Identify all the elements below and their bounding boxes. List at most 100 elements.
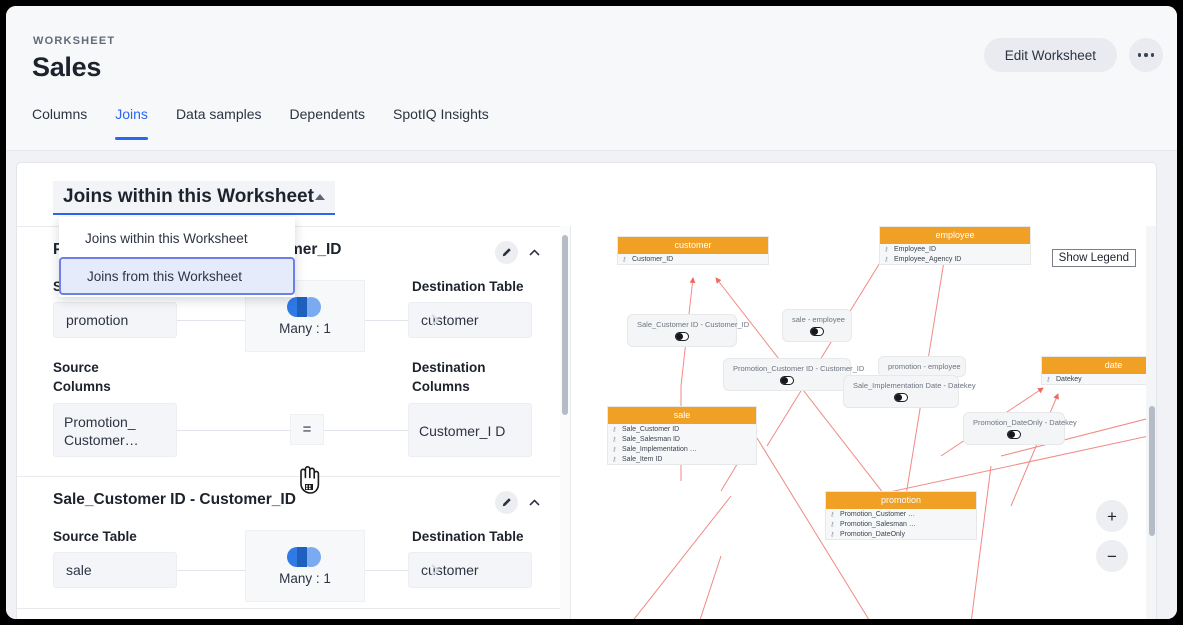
joins-scope-selected-value: Joins within this Worksheet [63,186,314,208]
graph-join-node[interactable]: Promotion_Customer ID - Customer_ID [723,358,851,391]
key-icon: ⚷ [884,257,888,263]
graph-table-header: promotion [826,492,976,509]
column-relation-row: Promotion_ Customer… = Customer_I D [53,402,532,458]
cardinality-value: Many : 1 [279,571,331,586]
destination-column-value: Customer_I D [408,403,532,457]
source-columns-label: Source Columns [53,358,145,396]
graph-table-column: ⚷Sale_Implementation … [608,444,756,454]
zoom-in-button[interactable]: + [1096,500,1128,532]
key-icon: ⚷ [884,247,888,253]
join-toggle[interactable] [1007,430,1021,439]
tab-columns[interactable]: Columns [32,102,101,142]
join-card-title: Sale_Customer ID - Customer_ID [53,491,532,509]
key-icon: ⚷ [830,532,834,538]
graph-table-column: ⚷Sale_Item ID [608,454,756,464]
graph-table-column: ⚷Employee_Agency ID [880,254,1030,264]
graph-join-node[interactable]: Sale_Customer ID - Customer_ID [627,314,737,347]
more-options-icon[interactable] [1129,38,1163,72]
tab-joins[interactable]: Joins [101,102,162,142]
graph-table-column: ⚷Customer_ID [618,254,768,264]
graph-table-date[interactable]: date ⚷Datekey [1041,356,1157,385]
source-column-value: Promotion_ Customer… [53,403,177,457]
key-icon: ⚷ [612,437,616,443]
mouse-cursor-pointer-icon [296,465,322,500]
graph-join-node[interactable]: Promotion_DateOnly - Datekey [963,412,1065,445]
destination-table-value: customer [408,552,532,588]
key-icon: ⚷ [830,522,834,528]
breadcrumb-worksheet-label: WORKSHEET [33,35,115,47]
graph-table-column: ⚷Promotion_DateOnly [826,529,976,539]
graph-join-node-label: Sale_Implementation Date - Datekey [853,381,949,390]
joins-panel: Promotion_Customer ID - Customer_ID Sour… [16,162,1157,619]
graph-join-node-label: promotion - employee [888,362,956,371]
graph-table-employee[interactable]: employee ⚷Employee_ID ⚷Employee_Agency I… [879,226,1031,265]
graph-join-node-label: sale - employee [792,315,842,324]
show-legend-button[interactable]: Show Legend [1052,249,1136,267]
collapse-join-icon[interactable] [528,496,540,508]
graph-table-header: customer [618,237,768,254]
table-relation-row: promotion Many : 1 customer [53,300,532,340]
join-toggle[interactable] [780,376,794,385]
table-relation-row: sale Many : 1 customer [53,550,532,590]
graph-table-column: ⚷Sale_Salesman ID [608,434,756,444]
page-title: Sales [32,52,101,83]
dropdown-option-joins-from[interactable]: Joins from this Worksheet [59,257,295,295]
graph-join-node-label: Promotion_Customer ID - Customer_ID [733,364,841,373]
edit-worksheet-button[interactable]: Edit Worksheet [984,38,1117,72]
source-table-label: Source Table [53,529,137,544]
join-graph-canvas[interactable]: customer ⚷Customer_ID employee ⚷Employee… [571,226,1157,619]
joins-list-scrollbar-thumb[interactable] [562,235,568,415]
graph-table-column: ⚷Employee_ID [880,244,1030,254]
key-icon: ⚷ [612,427,616,433]
join-venn-icon [285,297,325,317]
join-card: Sale_Customer ID - Customer_ID Source Ta… [17,477,562,609]
graph-table-customer[interactable]: customer ⚷Customer_ID [617,236,769,265]
join-operator: = [290,414,324,445]
relation-arrow-icon [431,313,445,332]
app-window: WORKSHEET Sales Edit Worksheet Columns J… [6,6,1177,619]
graph-table-header: sale [608,407,756,424]
key-icon: ⚷ [622,257,626,263]
graph-join-node-label: Promotion_DateOnly - Datekey [973,418,1055,427]
join-toggle[interactable] [675,332,689,341]
collapse-join-icon[interactable] [528,246,540,258]
joins-scope-select-trigger[interactable]: Joins within this Worksheet [53,181,335,215]
tab-bar: Columns Joins Data samples Dependents Sp… [32,102,503,150]
graph-table-promotion[interactable]: promotion ⚷Promotion_Customer … ⚷Promoti… [825,491,977,540]
graph-scrollbar-thumb[interactable] [1149,406,1155,536]
graph-join-node[interactable]: promotion - employee [878,356,966,377]
tab-spotiq-insights[interactable]: SpotIQ Insights [379,102,503,142]
dropdown-option-joins-within[interactable]: Joins within this Worksheet [59,223,295,254]
cardinality-value: Many : 1 [279,321,331,336]
column-row-labels: Source Columns Destination Columns [53,358,532,396]
source-table-value: sale [53,552,177,588]
join-toggle[interactable] [810,327,824,336]
key-icon: ⚷ [612,457,616,463]
graph-table-sale[interactable]: sale ⚷Sale_Customer ID ⚷Sale_Salesman ID… [607,406,757,465]
content-area: Promotion_Customer ID - Customer_ID Sour… [6,151,1177,619]
source-table-value: promotion [53,302,177,338]
graph-join-node[interactable]: Sale_Implementation Date - Datekey [843,375,959,408]
tab-dependents[interactable]: Dependents [276,102,380,142]
destination-table-label: Destination Table [412,279,532,294]
edit-join-icon[interactable] [495,491,518,514]
join-toggle[interactable] [894,393,908,402]
destination-table-value: customer [408,302,532,338]
graph-table-header: date [1042,357,1157,374]
cardinality-box: Many : 1 [245,530,365,602]
graph-join-node[interactable]: sale - employee [782,309,852,342]
graph-table-column: ⚷Promotion_Customer … [826,509,976,519]
join-venn-icon [285,547,325,567]
tab-data-samples[interactable]: Data samples [162,102,276,142]
join-card-actions [495,241,540,264]
graph-table-column: ⚷Datekey [1042,374,1157,384]
edit-join-icon[interactable] [495,241,518,264]
relation-arrow-icon [431,563,445,582]
key-icon: ⚷ [830,512,834,518]
chevron-up-icon [315,194,325,200]
zoom-out-button[interactable]: − [1096,540,1128,572]
page-header: WORKSHEET Sales Edit Worksheet Columns J… [6,6,1177,151]
graph-table-column: ⚷Promotion_Salesman … [826,519,976,529]
key-icon: ⚷ [1046,377,1050,383]
destination-table-label: Destination Table [412,529,532,544]
